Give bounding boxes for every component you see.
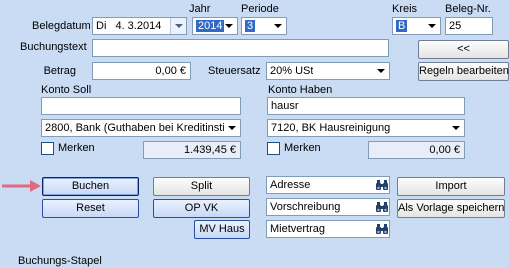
- regeln-bearbeiten-button[interactable]: Regeln bearbeiten: [418, 62, 509, 81]
- merken-soll-checkbox[interactable]: [41, 142, 54, 155]
- betrag-input[interactable]: 0,00 €: [92, 62, 191, 80]
- belegdatum-picker[interactable]: Di 4. 3.2014: [92, 17, 187, 35]
- konto-soll-value: 2800, Bank (Guthaben bei Kreditinstit: [45, 122, 224, 134]
- konto-soll-search-input[interactable]: [41, 97, 241, 115]
- merken-haben-checkbox[interactable]: [267, 142, 280, 155]
- betrag-label: Betrag: [43, 65, 76, 77]
- vorschreibung-value: Vorschreibung: [270, 201, 341, 213]
- belegdatum-weekday: Di: [96, 20, 107, 32]
- annotation-arrow-icon: [2, 180, 41, 192]
- import-button[interactable]: Import: [397, 177, 505, 196]
- merken-soll-label: Merken: [58, 142, 95, 154]
- belegdatum-label: Belegdatum: [32, 20, 91, 32]
- buchungs-stapel-label: Buchungs-Stapel: [18, 255, 102, 267]
- konto-soll-select[interactable]: 2800, Bank (Guthaben bei Kreditinstit: [41, 119, 241, 137]
- konto-haben-label: Konto Haben: [268, 84, 333, 96]
- binoculars-icon[interactable]: [375, 179, 389, 191]
- periode-select[interactable]: 3: [241, 17, 287, 35]
- konto-soll-saldo: 1.439,45 €: [143, 141, 241, 159]
- chevron-down-icon: [428, 24, 436, 28]
- buchungstext-input[interactable]: [92, 39, 389, 57]
- chevron-down-icon: [225, 24, 233, 28]
- op-vk-button[interactable]: OP VK: [153, 199, 250, 218]
- konto-haben-saldo: 0,00 €: [368, 141, 465, 159]
- konto-haben-value: 7120, BK Hausreinigung: [271, 122, 391, 134]
- reset-button[interactable]: Reset: [42, 199, 139, 218]
- belegdatum-value: 4. 3.2014: [115, 20, 162, 32]
- steuersatz-label: Steuersatz: [208, 65, 261, 77]
- split-button[interactable]: Split: [153, 177, 250, 196]
- periode-value: 3: [245, 20, 256, 32]
- buchen-button[interactable]: Buchen: [42, 177, 139, 196]
- kreis-value: B: [396, 20, 408, 32]
- vorschreibung-field[interactable]: Vorschreibung: [266, 198, 390, 216]
- binoculars-icon[interactable]: [375, 223, 389, 235]
- adresse-field[interactable]: Adresse: [266, 176, 390, 194]
- jahr-label: Jahr: [189, 3, 211, 15]
- mietvertrag-field[interactable]: Mietvertrag: [266, 220, 390, 238]
- chevron-down-icon: [452, 126, 460, 130]
- chevron-down-icon: [174, 24, 183, 28]
- als-vorlage-speichern-button[interactable]: Als Vorlage speichern: [397, 199, 505, 218]
- periode-label: Periode: [241, 3, 279, 15]
- binoculars-icon[interactable]: [375, 201, 389, 213]
- jahr-select[interactable]: 2014: [192, 17, 238, 35]
- steuersatz-select[interactable]: 20% USt: [266, 62, 390, 80]
- back-button[interactable]: <<: [418, 40, 509, 59]
- beleg-nr-input[interactable]: 25: [445, 17, 493, 35]
- beleg-nr-label: Beleg-Nr.: [445, 3, 491, 15]
- konto-soll-label: Konto Soll: [41, 84, 92, 96]
- chevron-down-icon: [377, 69, 385, 73]
- konto-haben-search-input[interactable]: hausr: [267, 97, 465, 115]
- kreis-label: Kreis: [392, 3, 418, 15]
- mietvertrag-value: Mietvertrag: [270, 223, 326, 235]
- chevron-down-icon: [228, 126, 236, 130]
- merken-haben-label: Merken: [284, 142, 321, 154]
- konto-haben-select[interactable]: 7120, BK Hausreinigung: [267, 119, 465, 137]
- steuersatz-value: 20% USt: [270, 65, 314, 77]
- mv-haus-button[interactable]: MV Haus: [194, 220, 250, 239]
- kreis-select[interactable]: B: [392, 17, 441, 35]
- calendar-dropdown-button[interactable]: [170, 18, 186, 34]
- chevron-down-icon: [274, 24, 282, 28]
- adresse-value: Adresse: [270, 179, 311, 191]
- jahr-value: 2014: [196, 20, 225, 32]
- buchungstext-label: Buchungstext: [20, 41, 87, 53]
